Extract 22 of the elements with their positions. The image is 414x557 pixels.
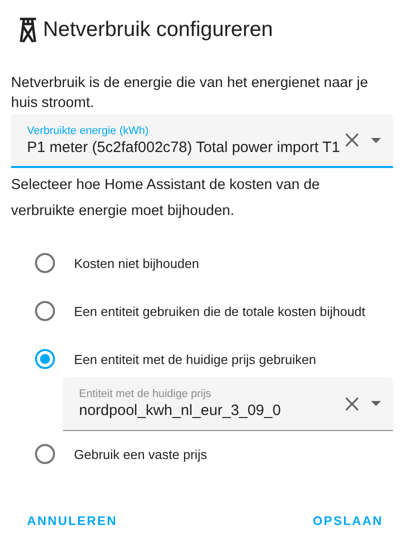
field-label: Entiteit met de huidige prijs — [79, 387, 212, 401]
radio-label: Een entiteit met de huidige prijs gebruiken — [74, 352, 316, 366]
radio-button[interactable] — [35, 253, 55, 273]
radio-label: Kosten niet bijhouden — [74, 256, 200, 270]
caret-icon[interactable] — [371, 138, 381, 142]
field-label: Verbruikte energie (kWh) — [27, 124, 150, 138]
entity-field[interactable]: Verbruikte energie (kWh) P1 meter (5c2faf002c78) Total power import T1 — [11, 114, 393, 168]
field-value: P1 meter (5c2faf002c78) Total power import T1 — [27, 138, 339, 156]
entity-field[interactable]: Entiteit met de huidige prijs nordpool_kwh_nl_eur_3_09_0 — [63, 377, 393, 431]
radio-label: Een entiteit gebruiken die de totale kosten bijhoudt — [74, 304, 366, 318]
field-value: nordpool_kwh_nl_eur_3_09_0 — [79, 401, 282, 420]
cost-prompt-text: Selecteer hoe Home Assistant de kosten van de verbruikte energie moet bijhouden. — [11, 176, 321, 221]
radio-label: Gebruik een vaste prijs — [74, 446, 207, 462]
transmission-tower-icon — [17, 17, 39, 43]
description-text: Netverbruik is de energie die van het energienet naar je huis stroomt. — [11, 74, 370, 113]
close-icon[interactable] — [345, 396, 359, 410]
close-icon[interactable] — [345, 133, 359, 147]
radio-button[interactable] — [35, 301, 55, 321]
dialog-title: Netverbruik configureren — [43, 18, 273, 42]
radio-button[interactable] — [35, 349, 55, 369]
radio-button[interactable] — [35, 444, 55, 464]
caret-icon[interactable] — [371, 401, 381, 406]
